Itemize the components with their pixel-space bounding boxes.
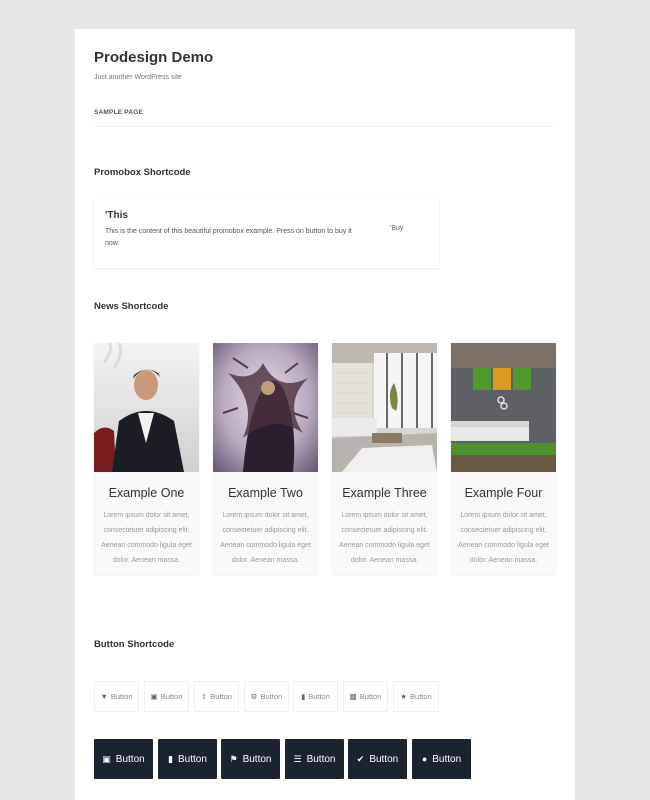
briefcase-icon: ▩	[349, 692, 357, 701]
news-card-one[interactable]: Example One Lorem ipsum dolor sit amet, …	[94, 343, 199, 574]
trophy-icon: ★	[400, 692, 408, 701]
button-label: Button	[410, 692, 432, 701]
button-camera[interactable]: ▣ Button	[144, 681, 189, 712]
news-image-four[interactable]	[451, 343, 556, 472]
promobox-buy-button[interactable]: 'Buy	[390, 225, 403, 232]
button-comments[interactable]: ● Button	[412, 739, 471, 779]
gear-icon: ⚙	[250, 692, 258, 701]
button-signal-dark[interactable]: ▮ Button	[158, 739, 217, 779]
button-label: Button	[178, 753, 207, 765]
news-title-four[interactable]: Example Four	[451, 486, 556, 500]
button-trophy[interactable]: ★ Button	[393, 681, 439, 712]
button-check[interactable]: ✔ Button	[348, 739, 407, 779]
news-text-one: Lorem ipsum dolor sit amet, consectetuer…	[101, 512, 192, 564]
page-container: Prodesign Demo Just another WordPress si…	[75, 29, 575, 800]
news-image-three[interactable]	[332, 343, 437, 472]
news-text-three: Lorem ipsum dolor sit amet, consectetuer…	[339, 512, 430, 564]
news-card-two[interactable]: Example Two Lorem ipsum dolor sit amet, …	[213, 343, 318, 574]
check-icon: ✔	[356, 753, 365, 764]
button-flag[interactable]: ⚑ Button	[221, 739, 280, 779]
comments-icon: ●	[421, 754, 428, 764]
promobox-section-title: Promobox Shortcode	[94, 167, 191, 178]
filter-icon: ▼	[100, 692, 108, 701]
site-description: Just another WordPress site	[94, 74, 182, 81]
button-label: Button	[242, 753, 272, 765]
signal-icon: ▮	[301, 692, 306, 701]
button-desktop[interactable]: ▣ Button	[94, 739, 153, 779]
site-title[interactable]: Prodesign Demo	[94, 49, 213, 66]
news-image-one[interactable]	[94, 343, 199, 472]
news-text-two: Lorem ipsum dolor sit amet, consectetuer…	[220, 512, 311, 564]
news-title-three[interactable]: Example Three	[332, 486, 437, 500]
news-card-four[interactable]: Example Four Lorem ipsum dolor sit amet,…	[451, 343, 556, 574]
flag-icon: ⚑	[229, 753, 238, 764]
news-text-four: Lorem ipsum dolor sit amet, consectetuer…	[458, 512, 549, 564]
button-upload[interactable]: ⇧ Button	[194, 681, 239, 712]
news-title-two[interactable]: Example Two	[213, 486, 318, 500]
button-label: Button	[115, 753, 145, 765]
nav-item-sample-page[interactable]: SAMPLE PAGE	[94, 109, 143, 116]
promobox-title: 'This	[105, 210, 128, 221]
promobox: 'This This is the content of this beauti…	[94, 199, 439, 268]
news-section-title: News Shortcode	[94, 301, 169, 312]
upload-icon: ⇧	[201, 692, 208, 701]
button-signal[interactable]: ▮ Button	[293, 681, 338, 712]
desktop-icon: ▣	[102, 753, 111, 764]
button-label: Button	[210, 692, 232, 701]
signal-icon: ▮	[168, 753, 174, 764]
button-section-title: Button Shortcode	[94, 639, 175, 650]
button-label: Button	[369, 753, 399, 765]
button-gear[interactable]: ⚙ Button	[244, 681, 289, 712]
button-label: Button	[160, 692, 183, 701]
news-image-two[interactable]	[213, 343, 318, 472]
list-icon: ☰	[293, 753, 302, 764]
button-label: Button	[359, 692, 382, 701]
button-filter[interactable]: ▼ Button	[94, 681, 139, 712]
button-list[interactable]: ☰ Button	[285, 739, 344, 779]
news-card-three[interactable]: Example Three Lorem ipsum dolor sit amet…	[332, 343, 437, 574]
button-label: Button	[308, 692, 330, 701]
news-title-one[interactable]: Example One	[94, 486, 199, 500]
button-briefcase[interactable]: ▩ Button	[343, 681, 388, 712]
camera-icon: ▣	[150, 692, 158, 701]
button-label: Button	[432, 753, 462, 765]
nav-divider	[94, 126, 554, 127]
button-label: Button	[110, 692, 133, 701]
button-label: Button	[306, 753, 336, 765]
button-label: Button	[260, 692, 283, 701]
promobox-text: This is the content of this beautiful pr…	[105, 228, 352, 247]
